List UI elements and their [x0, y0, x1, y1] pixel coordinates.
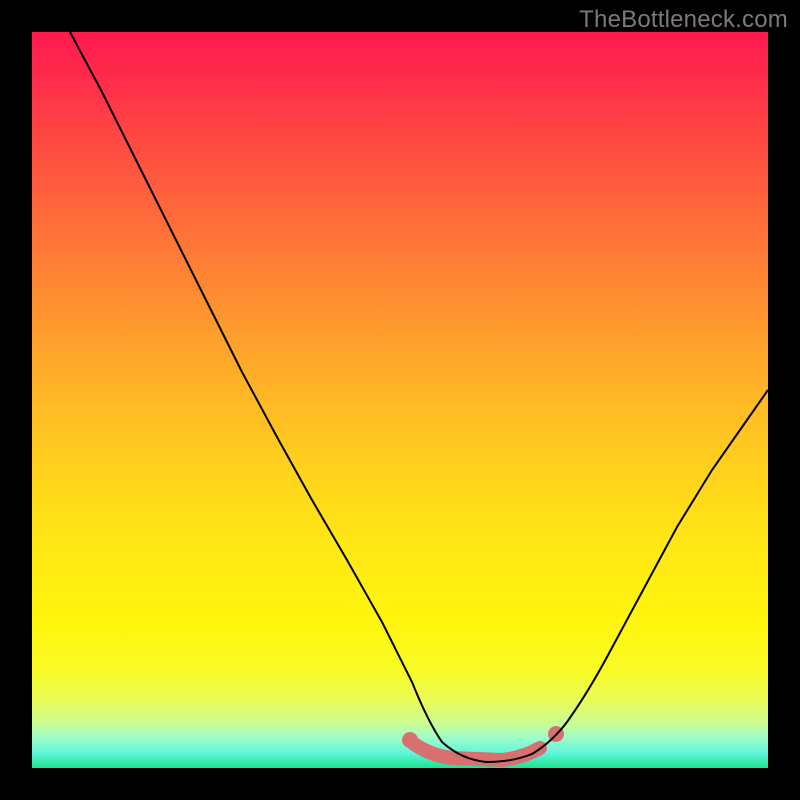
highlight-dot-left — [402, 732, 418, 748]
watermark-text: TheBottleneck.com — [579, 6, 788, 34]
chart-plot-area — [32, 32, 768, 768]
bottleneck-curve — [70, 32, 768, 762]
highlight-zone — [402, 726, 564, 760]
chart-svg — [32, 32, 768, 768]
